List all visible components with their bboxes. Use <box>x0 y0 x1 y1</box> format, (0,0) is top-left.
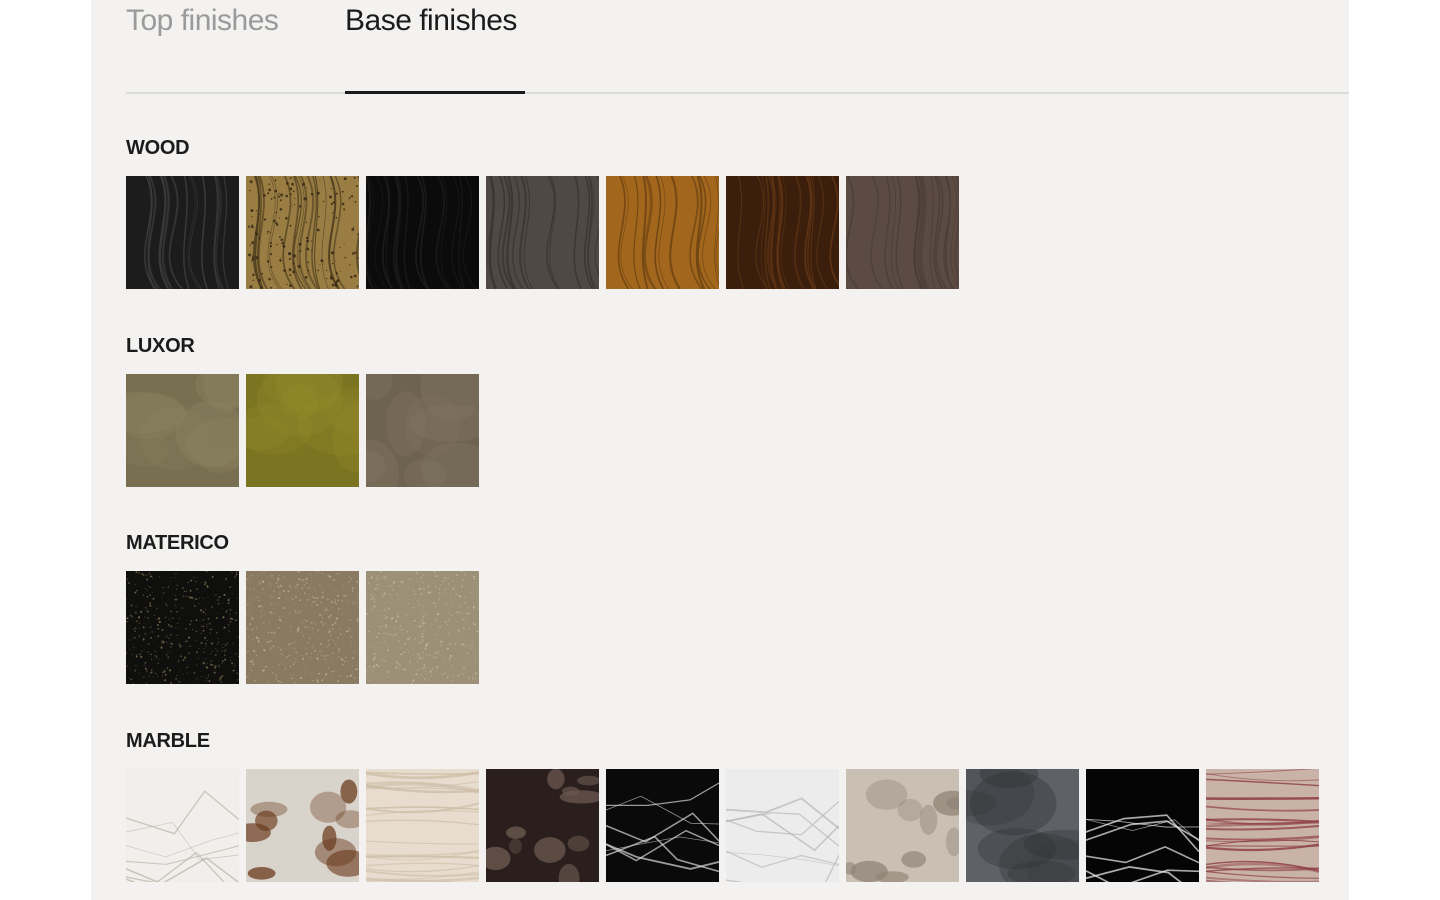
swatch-wood-5[interactable] <box>606 176 719 289</box>
swatch-materico-1[interactable] <box>126 571 239 684</box>
section-title-marble: MARBLE <box>126 730 210 752</box>
finish-tabs: Top finishes Base finishes <box>126 0 1349 94</box>
swatch-wood-2[interactable] <box>246 176 359 289</box>
swatch-wood-4[interactable] <box>486 176 599 289</box>
tab-top-finishes[interactable]: Top finishes <box>126 4 279 38</box>
swatch-marble-4[interactable] <box>486 769 599 882</box>
swatch-materico-3[interactable] <box>366 571 479 684</box>
section-materico: MATERICO <box>126 528 479 684</box>
swatch-luxor-1[interactable] <box>126 374 239 487</box>
swatch-marble-10[interactable] <box>1206 769 1319 882</box>
section-wood: WOOD <box>126 133 959 289</box>
swatch-marble-1[interactable] <box>126 769 239 882</box>
swatch-row-marble <box>126 769 1319 882</box>
swatch-row-materico <box>126 571 479 684</box>
swatch-wood-7[interactable] <box>846 176 959 289</box>
swatch-wood-1[interactable] <box>126 176 239 289</box>
swatch-row-wood <box>126 176 959 289</box>
swatch-marble-5[interactable] <box>606 769 719 882</box>
section-title-materico: MATERICO <box>126 532 229 554</box>
section-marble: MARBLE <box>126 726 1319 882</box>
swatch-marble-2[interactable] <box>246 769 359 882</box>
active-tab-indicator <box>345 91 525 94</box>
swatch-marble-6[interactable] <box>726 769 839 882</box>
tab-base-finishes[interactable]: Base finishes <box>345 4 517 38</box>
swatch-marble-9[interactable] <box>1086 769 1199 882</box>
swatch-wood-6[interactable] <box>726 176 839 289</box>
swatch-marble-7[interactable] <box>846 769 959 882</box>
swatch-row-luxor <box>126 374 479 487</box>
swatch-marble-3[interactable] <box>366 769 479 882</box>
swatch-luxor-3[interactable] <box>366 374 479 487</box>
swatch-marble-8[interactable] <box>966 769 1079 882</box>
section-title-luxor: LUXOR <box>126 335 195 357</box>
swatch-luxor-2[interactable] <box>246 374 359 487</box>
section-title-wood: WOOD <box>126 137 190 159</box>
section-luxor: LUXOR <box>126 331 479 487</box>
swatch-materico-2[interactable] <box>246 571 359 684</box>
swatch-wood-3[interactable] <box>366 176 479 289</box>
finishes-panel: Top finishes Base finishes WOOD LUXOR MA… <box>91 0 1349 900</box>
